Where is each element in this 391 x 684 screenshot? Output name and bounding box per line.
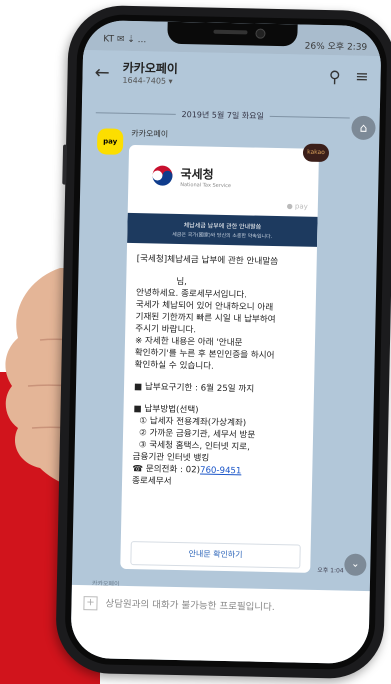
- avatar[interactable]: pay: [96, 128, 124, 155]
- disabled-chat-notice: 상담원과의 대화가 불가능한 프로필입니다.: [105, 598, 275, 614]
- chat-header: ← 카카오페이 1644-7405 ▾ ⚲ ≡: [81, 49, 382, 109]
- logo-english: National Tax Service: [180, 181, 232, 189]
- message-time: 오후 1:04: [317, 566, 344, 575]
- logo-korean: 국세청: [180, 166, 214, 182]
- home-icon[interactable]: ⌂: [351, 115, 376, 141]
- message-card: 국세청 National Tax Service ● pay 체납세금 납부에 …: [120, 144, 320, 573]
- notch: [167, 21, 298, 47]
- banner-subtitle: 세금은 국가(國家)와 당신의 소중한 약속입니다.: [172, 231, 273, 240]
- view-notice-button[interactable]: 안내문 확인하기: [130, 541, 301, 569]
- screen: KT ✉ ⇣ ... 26% 오후 2:39 ← 카카오페이 1644-7405…: [70, 19, 382, 665]
- volume-button: [62, 144, 68, 185]
- phone-link[interactable]: 760-9451: [200, 465, 242, 476]
- sender-name: 카카오페이: [131, 128, 169, 139]
- plus-icon[interactable]: +: [83, 596, 98, 611]
- speaker: [213, 29, 248, 35]
- status-right: 26% 오후 2:39: [304, 41, 368, 53]
- message-body: [국세청]체납세금 납부에 관한 안내말씀 님, 안녕하세요. 종로세무서입니다…: [132, 253, 309, 491]
- divider-line: [269, 115, 350, 119]
- search-icon[interactable]: ⚲: [329, 67, 341, 86]
- taegeuk-logo-icon: [152, 165, 173, 186]
- office-name: 종로세무서: [131, 476, 172, 487]
- divider-line: [95, 111, 176, 115]
- date-label: 2019년 5월 7일 화요일: [181, 109, 265, 121]
- date-divider: 2019년 5월 7일 화요일: [95, 106, 350, 123]
- back-arrow-icon[interactable]: ←: [94, 62, 110, 83]
- front-camera: [255, 28, 266, 39]
- scroll-down-icon[interactable]: ⌄: [344, 553, 367, 576]
- menu-icon[interactable]: ≡: [355, 67, 369, 86]
- phone-bezel: KT ✉ ⇣ ... 26% 오후 2:39 ← 카카오페이 1644-7405…: [64, 13, 388, 671]
- notice-banner: 체납세금 납부에 관한 안내말씀 세금은 국가(國家)와 당신의 소중한 약속입…: [127, 212, 318, 247]
- phone-frame: KT ✉ ⇣ ... 26% 오후 2:39 ← 카카오페이 1644-7405…: [55, 4, 391, 680]
- input-bar: + 상담원과의 대화가 불가능한 프로필입니다.: [70, 584, 370, 665]
- nts-logo: 국세청 National Tax Service: [150, 163, 231, 189]
- status-left: KT ✉ ⇣ ...: [103, 34, 147, 46]
- pay-watermark: ● pay: [286, 202, 308, 211]
- kakao-badge: kakao: [302, 143, 330, 163]
- chat-title: 카카오페이: [122, 60, 179, 76]
- phone-prefix: ☎ 문의전화 : 02): [132, 464, 201, 476]
- phone-number-dropdown[interactable]: 1644-7405 ▾: [122, 76, 172, 86]
